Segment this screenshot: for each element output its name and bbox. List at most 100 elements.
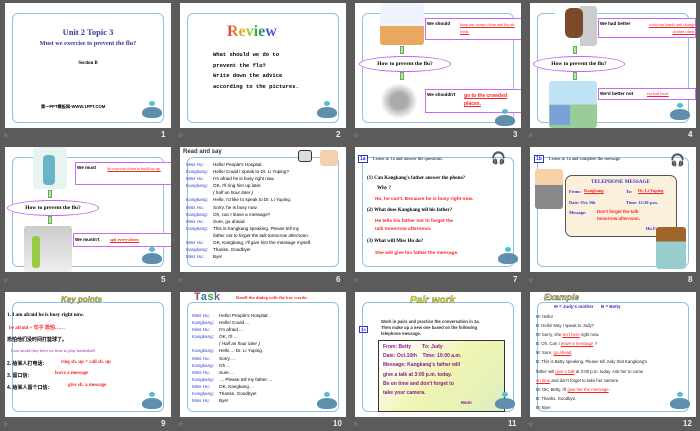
spitting-illustration <box>24 226 72 272</box>
slide-title: Unit 2 Topic 3 <box>62 27 114 37</box>
slide-thumbnail-2[interactable]: Review What should we do to prevent the … <box>180 3 346 128</box>
speaker-label <box>186 189 213 196</box>
question-1-why: Why ? <box>377 186 392 191</box>
instruction-text: Work in pairs and practice the conversat… <box>381 319 480 337</box>
advice-box: We mustn't spit everywhere. <box>73 233 171 247</box>
note-line: take your camera. <box>383 390 426 397</box>
slide-transition-icon: ☆ <box>528 278 534 284</box>
text-line: Write down the advice <box>213 72 283 79</box>
dialog-line: Kangkang: Thanks. Goodbye! <box>192 390 272 397</box>
text-line: prevent the flu? <box>213 61 266 69</box>
dialog-line: Miss Hu: OK, Kangkang ... <box>192 383 272 390</box>
speaker-label: Miss Hu: <box>186 162 204 167</box>
dialog-line: Kangkang: Hello! Could I speak to Dr. Li … <box>186 168 311 175</box>
whale-icon <box>498 247 518 264</box>
dialog-text: Thanks. Goodbye! <box>219 391 257 397</box>
time-field: Time: 12:20 p.m. <box>626 200 658 205</box>
activity-badge: 1c <box>359 326 369 333</box>
advice-answer: eat bad food. <box>647 91 669 96</box>
slide-thumbnail-10[interactable]: Task Retell the dialog with the key word… <box>180 292 346 417</box>
line-text: B: Hello! May I speak to Judy? <box>536 323 595 329</box>
dialog-text: Bye! <box>219 398 229 404</box>
speaker-label: Miss Hu: <box>192 383 210 389</box>
speaker-label <box>192 340 219 347</box>
to-value: Dr. Li Yuping <box>638 188 664 193</box>
speaker-label: Kangkang: <box>186 247 208 253</box>
activity-badge: 1b <box>534 155 544 163</box>
question-3: (3) What will Miss Hu do? <box>367 239 424 244</box>
dialog-text: OK, I'll ring him up later. <box>213 183 262 189</box>
review-heading: Review <box>227 23 277 40</box>
boy-figure <box>32 236 40 268</box>
question-2: (2) What does Kangkang tell his father? <box>367 208 453 213</box>
dialog-text: OK, Kangkang, I'll give him the message … <box>213 240 312 246</box>
advice-answer: spit everywhere. <box>110 237 140 242</box>
key-point-example-cn: 恐怕他们没时间打篮球了。 <box>7 337 68 343</box>
example-line: M: OK, Betty. I'll give her the message. <box>536 385 647 394</box>
slide-thumbnail-7[interactable]: 1a Listen to 1a and answer the questions… <box>355 147 521 272</box>
dialog-text: Hello! Could I speak to Dr. Li Yuping? <box>213 169 290 175</box>
whale-icon <box>670 392 690 409</box>
note-line: From: Betty To: Judy <box>383 344 443 350</box>
slide-heading: Read and say <box>183 149 222 155</box>
dialog-text: Hello! Could ... <box>219 320 250 326</box>
slide-thumbnail-3[interactable]: We should keep our rooms clean and the a… <box>355 3 521 128</box>
slide-number: 8 <box>688 275 693 284</box>
instruction-text: Listen to 1a and complete the message. <box>549 156 622 161</box>
dialog-line: Miss Hu: Hello! People's Hospital. <box>192 312 272 319</box>
slide-number: 2 <box>336 130 341 139</box>
slide-thumbnail-1[interactable]: Unit 2 Topic 3 Must we exercise to preve… <box>5 3 171 128</box>
boy-on-phone-illustration <box>535 169 563 209</box>
key-point-3-label: 3. 留口信: <box>7 373 30 379</box>
whale-icon <box>142 101 162 118</box>
line-text: M: Sorry, she <box>536 332 563 338</box>
slide-thumbnail-6[interactable]: Read and say Miss Hu: Hello! People's Hos… <box>180 147 346 272</box>
arrow-up-icon <box>573 46 577 54</box>
example-line: M: Sorry, she isn't here right now. <box>536 330 647 339</box>
line-text: M: Sure, <box>536 350 554 356</box>
dialog-text: Hello! People's Hospital. <box>213 162 263 167</box>
dialog-line: Kangkang: Oh ... <box>192 362 272 369</box>
slide-thumbnail-9[interactable]: Key points 1. I am afraid he is busy rig… <box>5 292 171 417</box>
slide-transition-icon: ☆ <box>3 278 9 284</box>
dialog-text: OK, I'll ... <box>219 334 238 340</box>
trash-bin-illustration <box>549 81 597 128</box>
speaker-label: Miss Hu: <box>186 218 204 224</box>
instruction-text: Retell the dialog with the key words: <box>236 295 308 300</box>
advice-prefix: We mustn't <box>75 237 100 242</box>
example-line: M: Bye! <box>536 403 647 412</box>
advice-answer: do exercise often to build us up. <box>107 166 161 171</box>
advice-prefix: We had better <box>600 21 631 26</box>
slide-thumbnail-8[interactable]: 1b Listen to 1a and complete the message… <box>530 147 696 272</box>
advice-answer: wash our hands and change clothes often. <box>648 22 695 34</box>
slide-thumbnail-11[interactable]: Pair work 1c Work in pairs and practice … <box>355 292 521 417</box>
slide-number: 10 <box>333 419 342 428</box>
slide-number: 7 <box>513 275 518 284</box>
dialog-line: Miss Hu: Sure, go ahead. <box>186 218 311 225</box>
arrow-up-icon <box>48 190 52 198</box>
slide-heading: Example <box>544 292 579 302</box>
slide-thumbnail-12[interactable]: Example M = Judy's mother B = Betty M: H… <box>530 292 696 417</box>
dialog-text: Sure, go ahead. <box>213 218 246 224</box>
instruction-text: Listen to 1a and answer the questions. <box>373 156 444 161</box>
question-oval: How to prevent the flu? <box>7 200 99 216</box>
slide-number: 1 <box>161 130 166 139</box>
example-line: father will give a talk at 3:00 p.m. tod… <box>536 367 647 376</box>
dialog-text: I'm afraid he is busy right now. <box>213 176 275 182</box>
speaker-label: Kangkang: <box>186 211 208 217</box>
speaker-label: Miss Hu: <box>192 313 210 318</box>
slide-thumbnail-4[interactable]: We had better wash our hands and change … <box>530 3 696 128</box>
boy-figure <box>43 155 55 185</box>
slide-transition-icon: ☆ <box>528 133 534 139</box>
signature: Mom <box>461 400 472 405</box>
line-text: right now. <box>579 332 600 338</box>
speaker-label: Kangkang: <box>192 334 214 340</box>
blank-answer: isn't here <box>562 332 580 338</box>
example-line: M: Sure, go ahead. <box>536 348 647 357</box>
example-dialog: M: Hello! B: Hello! May I speak to Judy? M… <box>536 312 647 412</box>
line-text: . <box>571 350 573 356</box>
slide-thumbnail-5[interactable]: We must do exercise often to build us up… <box>5 147 171 272</box>
whale-icon <box>317 101 337 118</box>
whale-icon <box>142 392 162 409</box>
whale-icon <box>142 247 162 264</box>
